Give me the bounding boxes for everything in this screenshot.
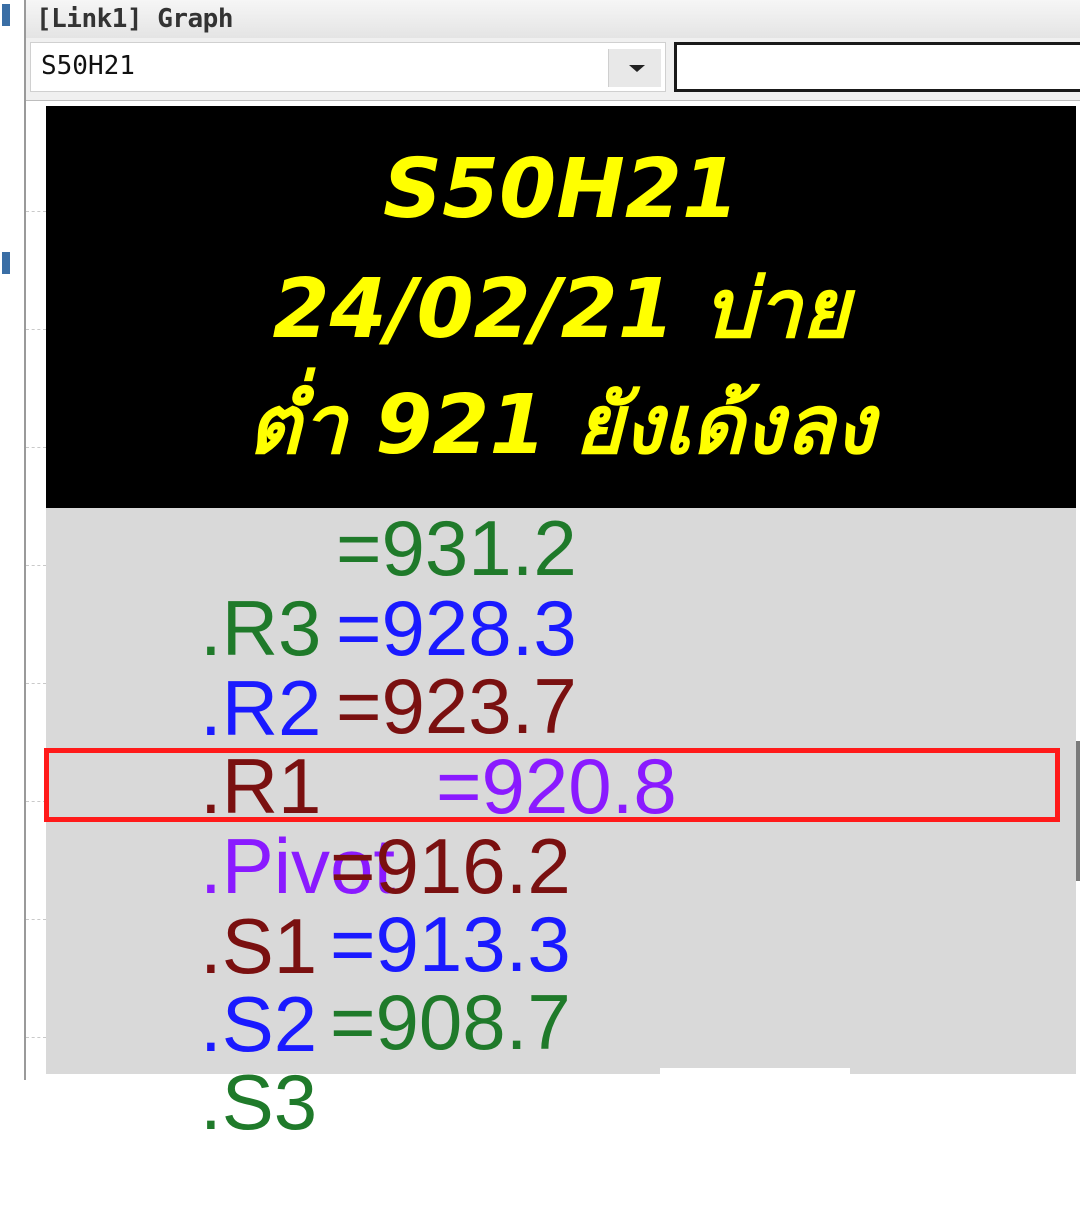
command-input[interactable]	[674, 42, 1080, 92]
symbol-dropdown-value: S50H21	[41, 51, 135, 81]
graph-toolbar: S50H21	[26, 38, 1080, 100]
level-row-s1: .S1 =916.2	[70, 826, 571, 986]
chart-bottom-edge	[660, 1068, 850, 1080]
level-row-s2: .S2 =913.3	[70, 904, 571, 1064]
level-value: =913.3	[330, 900, 571, 988]
chart-gridline	[26, 329, 46, 330]
chart-gridline	[26, 447, 46, 448]
banner-symbol: S50H21	[383, 142, 739, 237]
chart-gridline	[26, 1037, 46, 1038]
pivot-highlight-box	[44, 748, 1060, 822]
chart-gridline	[26, 683, 46, 684]
panel-marker	[2, 252, 10, 274]
level-value: =923.7	[336, 662, 577, 750]
banner-date: 24/02/21 บ่าย	[272, 262, 850, 357]
level-row-r1: .R1 =923.7	[70, 666, 577, 826]
chart-gridline	[26, 211, 46, 212]
banner-note: ต่ำ 921 ยังเด้งลง	[247, 378, 875, 473]
level-label: .S3	[200, 1058, 318, 1146]
window-titlebar[interactable]: [Link1] Graph	[26, 0, 1080, 39]
graph-window: [Link1] Graph S50H21 S50H21 24/02/21 บ่า…	[0, 0, 1080, 1142]
chevron-down-icon[interactable]	[608, 49, 661, 87]
level-value: =928.3	[336, 584, 577, 672]
chart-gridline	[26, 565, 46, 566]
chart-gridline	[26, 801, 46, 802]
pivot-levels-panel: .R3 =931.2 .R2 =928.3 .R1 =923.7 .Pivot =920…	[44, 508, 1076, 1142]
level-value: =931.2	[336, 504, 577, 592]
panel-marker	[2, 4, 10, 26]
chart-gridline	[26, 919, 46, 920]
level-row-r3: .R3 =931.2	[70, 508, 577, 668]
window-title: [Link1] Graph	[36, 4, 234, 34]
level-value: =908.7	[330, 978, 571, 1066]
headline-banner: S50H21 24/02/21 บ่าย ต่ำ 921 ยังเด้งลง	[46, 106, 1076, 508]
symbol-dropdown[interactable]: S50H21	[30, 42, 666, 92]
level-row-s3: .S3 =908.7	[70, 982, 571, 1142]
left-panel-edge	[0, 0, 26, 1080]
level-row-r2: .R2 =928.3	[70, 588, 577, 748]
level-value: =916.2	[330, 822, 571, 910]
